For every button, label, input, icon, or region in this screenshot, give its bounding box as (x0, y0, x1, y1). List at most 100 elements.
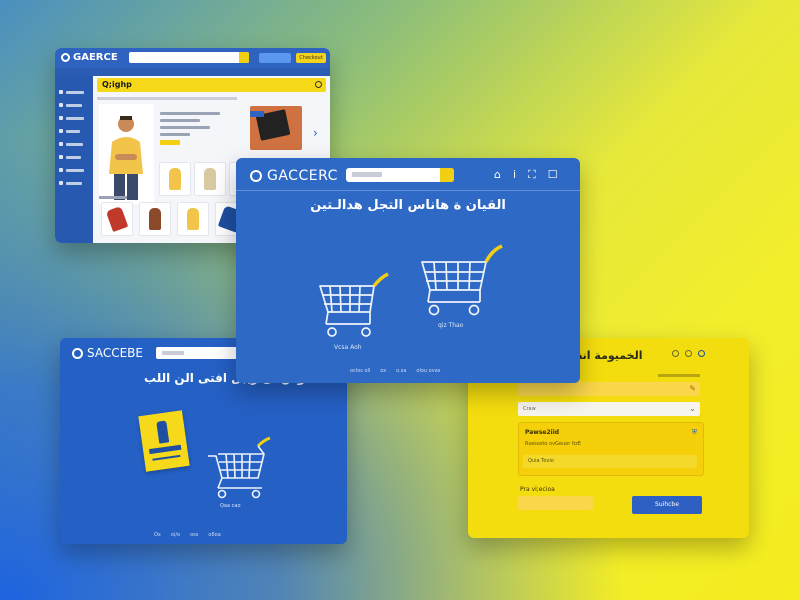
chevron-down-icon[interactable]: ⌄ (689, 404, 696, 413)
payment-section: Pawse2iid ⛨ Rsesosto ovGeuor ItzE Quia T… (518, 422, 704, 476)
product-figure (149, 208, 161, 230)
payment-subtitle: Rsesosto ovGeuor ItzE (525, 441, 582, 447)
cart-caption: Qaa cao (220, 503, 241, 509)
storefront-nav-button[interactable] (259, 53, 291, 63)
footer-link[interactable]: ox (380, 368, 386, 374)
cart-hero-footer: oclos oll ox o.sa olou ovas (350, 368, 440, 374)
checkout-header-icons (672, 350, 705, 357)
sidebar-item[interactable] (66, 130, 80, 133)
cart-hero-logo-text: GACCERC (267, 168, 338, 184)
search-placeholder (162, 351, 184, 355)
submit-button[interactable]: Suihcbe (632, 496, 702, 514)
hero-product-image[interactable] (99, 104, 154, 204)
product-text-line (160, 119, 200, 122)
sidebar-icon[interactable] (59, 116, 63, 120)
sidebar-item[interactable] (66, 182, 82, 185)
search-icon[interactable] (440, 168, 454, 182)
footer-link[interactable]: oss (190, 532, 198, 538)
promo-figure (156, 420, 170, 444)
product-tile[interactable] (194, 162, 226, 196)
card-number-field[interactable]: Quia Tovio (523, 455, 697, 468)
product-text-line (160, 126, 210, 129)
header-icons: ⌂ ⅰ ⛶ ☐ (494, 168, 558, 182)
hero-product-info (160, 112, 220, 149)
storefront-sidebar (55, 76, 93, 243)
sidebar-icon[interactable] (59, 103, 63, 107)
cart-hero-search-input[interactable] (346, 168, 454, 182)
shopping-cart-icon (206, 434, 276, 506)
logo-ring-icon (72, 347, 83, 359)
promo-logo[interactable]: SACCEBE (72, 346, 143, 360)
sidebar-item[interactable] (66, 117, 84, 120)
footer-link[interactable]: o6oa (208, 532, 220, 538)
product-tile[interactable] (159, 162, 191, 196)
product-figure (105, 205, 129, 233)
logo-ring-icon (61, 53, 70, 62)
user-icon[interactable] (672, 350, 679, 357)
shopping-cart-icon (418, 242, 510, 326)
search-icon[interactable] (239, 52, 249, 63)
sidebar-item[interactable] (66, 156, 81, 159)
product-text-line (160, 133, 190, 136)
user-icon[interactable]: ⛶ (528, 168, 536, 182)
promo-logo-text: SACCEBE (87, 346, 143, 360)
menu-icon[interactable]: ☐ (548, 168, 558, 182)
chevron-right-icon[interactable]: › (313, 126, 318, 140)
storefront-logo-text: GAERCE (73, 52, 118, 63)
cart-caption: Vcsa Aoh (334, 344, 362, 351)
storefront-topbar: GAERCE Checkout (55, 48, 330, 68)
cart-hero-logo[interactable]: GACCERC (250, 168, 338, 184)
storefront-checkout-button[interactable]: Checkout (296, 53, 326, 63)
search-icon[interactable] (315, 81, 322, 88)
storefront-subnav (55, 68, 330, 76)
sidebar-icon[interactable] (59, 129, 63, 133)
city-field-placeholder: Craw (523, 406, 536, 412)
city-field[interactable]: Craw ⌄ (518, 402, 700, 416)
banner-title: Q;ighp (102, 80, 132, 89)
footer-link[interactable]: Ox (154, 532, 161, 538)
address-field[interactable]: ✎ (518, 382, 700, 396)
sidebar-icon[interactable] (59, 155, 63, 159)
product-add-button[interactable] (160, 140, 180, 145)
promo-line (152, 454, 181, 461)
sidebar-icon[interactable] (59, 142, 63, 146)
product-figure (169, 168, 181, 190)
storefront-logo[interactable]: GAERCE (61, 52, 118, 63)
lock-icon[interactable]: ⌂ (494, 168, 501, 182)
edit-icon[interactable]: ✎ (689, 384, 696, 393)
search-placeholder (352, 172, 382, 177)
footer-link[interactable]: oi/o (171, 532, 180, 538)
sidebar-item[interactable] (66, 104, 82, 107)
product-figure (204, 168, 216, 190)
sidebar-item[interactable] (66, 169, 84, 172)
product-tile[interactable] (101, 202, 133, 236)
logo-ring-icon (250, 170, 262, 182)
footer-link[interactable]: o.sa (396, 368, 406, 374)
info-icon[interactable]: ⅰ (513, 168, 516, 182)
product-tile[interactable] (139, 202, 171, 236)
sidebar-icon[interactable] (59, 168, 63, 172)
sidebar-item[interactable] (66, 143, 83, 146)
section-label (99, 196, 127, 199)
footer-link[interactable]: oclos oll (350, 368, 370, 374)
promo-code-field[interactable] (518, 496, 593, 510)
sidebar-icon[interactable] (59, 90, 63, 94)
cart-caption: qiz Thao (438, 322, 464, 329)
cart-hero-window: GACCERC ⌂ ⅰ ⛶ ☐ القيان ة هاناس التجل هدا… (236, 158, 580, 383)
product-tile[interactable] (177, 202, 209, 236)
product-title-line (160, 112, 220, 115)
card-number-placeholder: Quia Tovio (528, 458, 554, 464)
globe-icon[interactable] (698, 350, 705, 357)
settings-icon[interactable] (685, 350, 692, 357)
sidebar-icon[interactable] (59, 181, 63, 185)
payment-title: Pawse2iid (525, 429, 560, 436)
storefront-search-input[interactable] (129, 52, 249, 63)
featured-tag (250, 111, 264, 117)
promo-poster[interactable] (138, 410, 190, 472)
storefront-banner[interactable]: Q;ighp (97, 78, 326, 92)
shield-icon: ⛨ (691, 428, 697, 436)
footer-link[interactable]: olou ovas (416, 368, 440, 374)
sidebar-item[interactable] (66, 91, 84, 94)
promo-code-label: Pra vi;ecioa (520, 486, 555, 493)
promo-footer: Ox oi/o oss o6oa (154, 532, 221, 538)
